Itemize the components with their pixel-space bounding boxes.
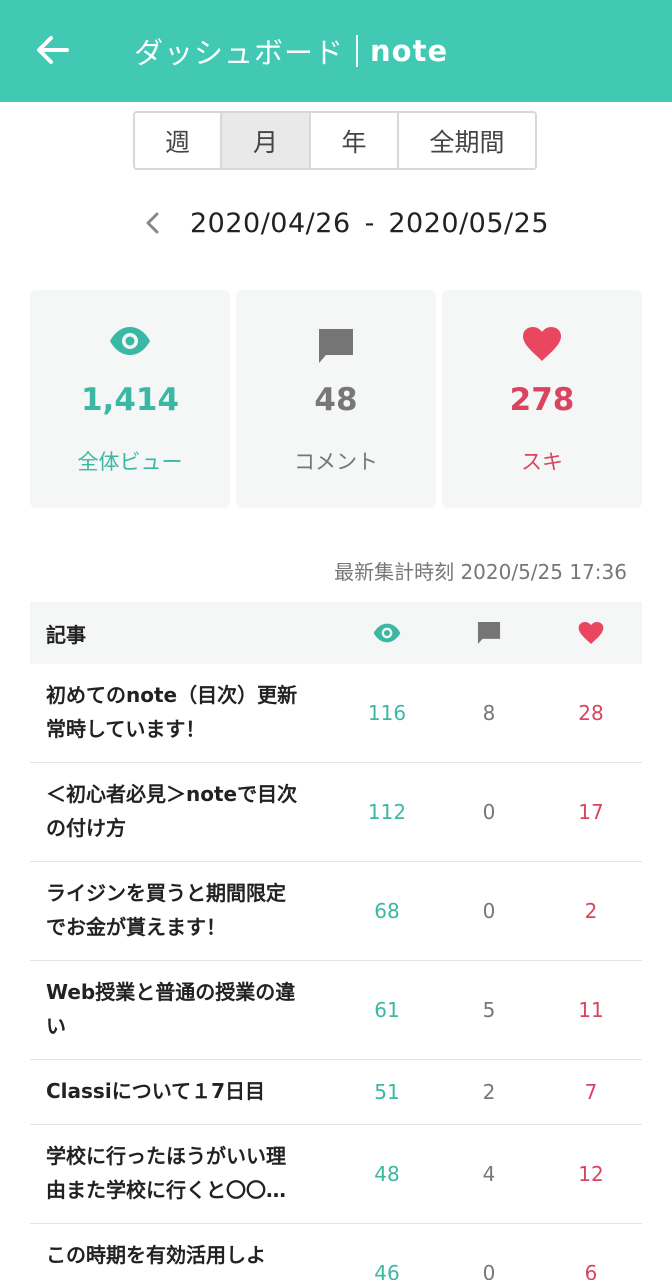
comments-icon-wrap	[236, 326, 436, 366]
article-title-line: でお金が貰えます！	[46, 915, 226, 939]
views-icon-wrap	[30, 326, 230, 356]
comment-icon	[477, 621, 501, 645]
date-start: 2020/04/26	[190, 207, 351, 239]
row-likes: 7	[584, 1080, 598, 1104]
row-comments: 2	[482, 1080, 496, 1104]
previous-period-button[interactable]	[140, 203, 164, 243]
article-title: 学校に行ったほうがいい理 由また学校に行くと〇〇…	[46, 1139, 326, 1207]
row-views: 61	[374, 998, 400, 1022]
article-title-line: い	[46, 1014, 66, 1038]
table-row[interactable]: 初めてのnote（目次）更新 常時しています！ 116 8 28	[30, 664, 642, 763]
last-updated: 最新集計時刻 2020/5/25 17:36	[334, 560, 627, 584]
tab-month[interactable]: 月	[222, 113, 311, 168]
row-comments: 0	[482, 800, 496, 824]
table-row[interactable]: ＜初心者必見＞noteで目次 の付け方 112 0 17	[30, 763, 642, 862]
period-selector: 週 月 年 全期間	[133, 111, 537, 170]
date-separator: -	[364, 207, 375, 239]
table-row[interactable]: 学校に行ったほうがいい理 由また学校に行くと〇〇… 48 4 12	[30, 1125, 642, 1224]
eye-icon	[110, 327, 150, 355]
row-likes: 12	[578, 1162, 604, 1186]
article-title-line: この時期を有効活用しよ	[46, 1243, 266, 1267]
tab-all-time[interactable]: 全期間	[399, 113, 535, 168]
tab-week[interactable]: 週	[135, 113, 222, 168]
comments-total: 48	[314, 382, 358, 418]
heart-icon	[578, 621, 604, 645]
article-title: ライジンを買うと期間限定 でお金が貰えます！	[46, 876, 326, 944]
table-row[interactable]: ライジンを買うと期間限定 でお金が貰えます！ 68 0 2	[30, 862, 642, 961]
article-title: Web授業と普通の授業の違 い	[46, 975, 326, 1043]
row-views: 116	[367, 701, 407, 725]
likes-card: 278 スキ	[442, 290, 642, 508]
row-views: 51	[374, 1080, 400, 1104]
article-title-line: 常時しています！	[46, 717, 206, 741]
row-views: 46	[374, 1261, 400, 1280]
eye-icon	[373, 623, 401, 643]
row-comments: 8	[482, 701, 496, 725]
column-likes	[561, 602, 621, 664]
article-title: Classiについて１7日目	[46, 1074, 326, 1108]
likes-icon-wrap	[442, 326, 642, 362]
comments-card: 48 コメント	[236, 290, 436, 508]
row-comments: 5	[482, 998, 496, 1022]
comment-icon	[319, 329, 353, 363]
tab-year[interactable]: 年	[311, 113, 399, 168]
brand-name: note	[370, 34, 449, 68]
article-title: ＜初心者必見＞noteで目次 の付け方	[46, 777, 326, 845]
views-card: 1,414 全体ビュー	[30, 290, 230, 508]
article-title-line: Classiについて１7日目	[46, 1079, 266, 1103]
article-title-line: ＜初心者必見＞noteで目次	[46, 782, 298, 806]
likes-total: 278	[509, 382, 575, 418]
heart-icon	[523, 327, 561, 361]
table-row[interactable]: この時期を有効活用しよ 46 0 6	[30, 1224, 642, 1280]
row-views: 48	[374, 1162, 400, 1186]
arrow-left-icon	[37, 36, 69, 64]
row-views: 68	[374, 899, 400, 923]
row-likes: 6	[584, 1261, 598, 1280]
article-title-line: 学校に行ったほうがいい理	[46, 1144, 286, 1168]
table-row[interactable]: Web授業と普通の授業の違 い 61 5 11	[30, 961, 642, 1060]
app-bar: ダッシュボード note	[0, 0, 672, 102]
chevron-left-icon	[146, 212, 159, 234]
row-likes: 2	[584, 899, 598, 923]
table-row[interactable]: Classiについて１7日目 51 2 7	[30, 1060, 642, 1125]
views-label: 全体ビュー	[77, 450, 183, 474]
column-comments	[459, 602, 519, 664]
column-article: 記事	[46, 622, 86, 647]
back-button[interactable]	[28, 26, 76, 74]
comments-label: コメント	[294, 450, 378, 474]
row-comments: 0	[482, 1261, 496, 1280]
likes-label: スキ	[521, 450, 563, 474]
row-likes: 17	[578, 800, 604, 824]
table-header: 記事	[30, 602, 642, 664]
row-views: 112	[367, 800, 407, 824]
title-text: ダッシュボード	[134, 36, 345, 70]
page-title: ダッシュボード note	[134, 0, 448, 102]
date-end: 2020/05/25	[388, 207, 549, 239]
title-divider	[356, 35, 359, 67]
article-title-line: ライジンを買うと期間限定	[46, 881, 286, 905]
article-title-line: 初めてのnote（目次）更新	[46, 683, 298, 707]
article-title: 初めてのnote（目次）更新 常時しています！	[46, 678, 326, 746]
row-comments: 4	[482, 1162, 496, 1186]
article-title-line: Web授業と普通の授業の違	[46, 980, 296, 1004]
row-comments: 0	[482, 899, 496, 923]
row-likes: 28	[578, 701, 604, 725]
article-title-line: の付け方	[46, 816, 126, 840]
column-views	[357, 602, 417, 664]
article-title: この時期を有効活用しよ	[46, 1238, 326, 1272]
row-likes: 11	[578, 998, 604, 1022]
views-total: 1,414	[80, 382, 180, 418]
date-range: 2020/04/26 - 2020/05/25	[140, 198, 549, 248]
article-title-line: 由また学校に行くと〇〇…	[46, 1178, 286, 1202]
